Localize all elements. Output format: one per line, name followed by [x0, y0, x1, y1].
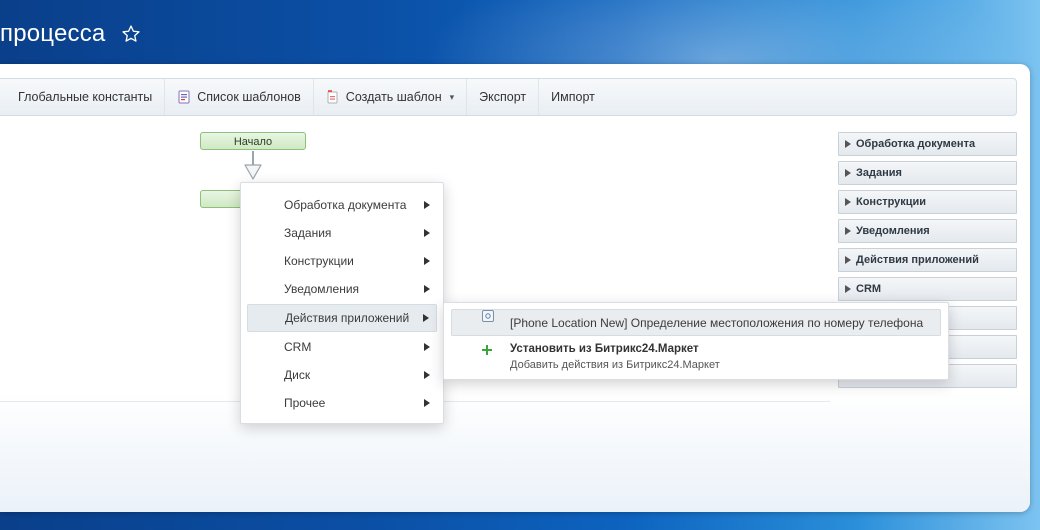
- menu-item-constructions[interactable]: Конструкции: [247, 247, 437, 275]
- designer-workarea: Глобальные константы Список шаблонов Соз…: [0, 64, 1030, 512]
- menu-item-label: Уведомления: [284, 282, 360, 296]
- global-constants-button[interactable]: Глобальные константы: [0, 79, 166, 115]
- side-item-crm[interactable]: CRM: [838, 277, 1017, 301]
- side-item-label: Задания: [856, 167, 902, 179]
- menu-item-notifications[interactable]: Уведомления: [247, 275, 437, 303]
- side-item-tasks[interactable]: Задания: [838, 161, 1017, 185]
- side-item-constructions[interactable]: Конструкции: [838, 190, 1017, 214]
- side-item-label: Обработка документа: [856, 138, 976, 150]
- triangle-right-icon: [845, 227, 851, 235]
- side-item-label: CRM: [856, 283, 882, 295]
- create-template-icon: [326, 90, 340, 104]
- designer-toolbar: Глобальные константы Список шаблонов Соз…: [0, 78, 1017, 116]
- import-button[interactable]: Импорт: [539, 79, 607, 115]
- triangle-right-icon: [845, 285, 851, 293]
- create-template-label: Создать шаблон: [345, 90, 442, 104]
- menu-item-label: Прочее: [284, 396, 326, 410]
- menu-item-app-actions[interactable]: Действия приложений: [247, 304, 437, 332]
- chevron-right-icon: [423, 219, 431, 247]
- chevron-right-icon: [423, 247, 431, 275]
- star-icon[interactable]: [121, 24, 141, 44]
- chevron-down-icon: ▾: [449, 91, 455, 102]
- import-label: Импорт: [551, 90, 595, 104]
- start-node[interactable]: Начало: [200, 132, 306, 150]
- menu-item-label: CRM: [284, 340, 312, 354]
- chevron-right-icon: [423, 275, 431, 303]
- menu-item-label: Действия приложений: [285, 311, 410, 325]
- global-constants-label: Глобальные константы: [18, 90, 153, 104]
- export-button[interactable]: Экспорт: [467, 79, 540, 115]
- side-item-label: Уведомления: [856, 225, 930, 237]
- menu-item-crm[interactable]: CRM: [247, 333, 437, 361]
- menu-item-tasks[interactable]: Задания: [247, 219, 437, 247]
- chevron-right-icon: [423, 361, 431, 389]
- export-label: Экспорт: [479, 90, 527, 104]
- create-template-button[interactable]: Создать шаблон ▾: [314, 79, 468, 115]
- activity-context-menu: Обработка документа Задания Конструкции …: [240, 182, 444, 424]
- menu-item-label: Обработка документа: [284, 198, 407, 212]
- menu-item-document[interactable]: Обработка документа: [247, 191, 437, 219]
- chevron-right-icon: [422, 305, 430, 331]
- chevron-right-icon: [423, 333, 431, 361]
- market-install-label: Установить из Битрикс24.Маркет: [510, 343, 699, 355]
- submenu-item-label: [Phone Location New] Определение местопо…: [510, 315, 924, 330]
- triangle-right-icon: [845, 256, 851, 264]
- app-actions-submenu: [Phone Location New] Определение местопо…: [443, 302, 949, 380]
- side-item-notifications[interactable]: Уведомления: [838, 219, 1017, 243]
- triangle-right-icon: [845, 169, 851, 177]
- side-item-app-actions[interactable]: Действия приложений: [838, 248, 1017, 272]
- side-item-document[interactable]: Обработка документа: [838, 132, 1017, 156]
- page-title: процесса: [0, 16, 141, 52]
- menu-item-disk[interactable]: Диск: [247, 361, 437, 389]
- page-title-text: процесса: [0, 20, 106, 47]
- menu-item-label: Задания: [284, 226, 332, 240]
- template-list-button[interactable]: Список шаблонов: [165, 79, 314, 115]
- chevron-right-icon: [423, 389, 431, 417]
- plus-icon: [481, 344, 493, 356]
- template-list-label: Список шаблонов: [197, 90, 301, 104]
- template-list-icon: [177, 90, 191, 104]
- side-item-label: Конструкции: [856, 196, 927, 208]
- submenu-item-phone-location[interactable]: [Phone Location New] Определение местопо…: [451, 309, 941, 336]
- menu-item-label: Конструкции: [284, 254, 354, 268]
- menu-item-label: Диск: [284, 368, 311, 382]
- add-activity-arrow-icon[interactable]: [243, 164, 263, 180]
- market-subtitle: Добавить действия из Битрикс24.Маркет: [510, 359, 720, 371]
- app-icon: [482, 310, 494, 322]
- menu-item-other[interactable]: Прочее: [247, 389, 437, 417]
- triangle-right-icon: [845, 140, 851, 148]
- triangle-right-icon: [845, 198, 851, 206]
- side-item-label: Действия приложений: [856, 254, 979, 266]
- chevron-right-icon: [423, 191, 431, 219]
